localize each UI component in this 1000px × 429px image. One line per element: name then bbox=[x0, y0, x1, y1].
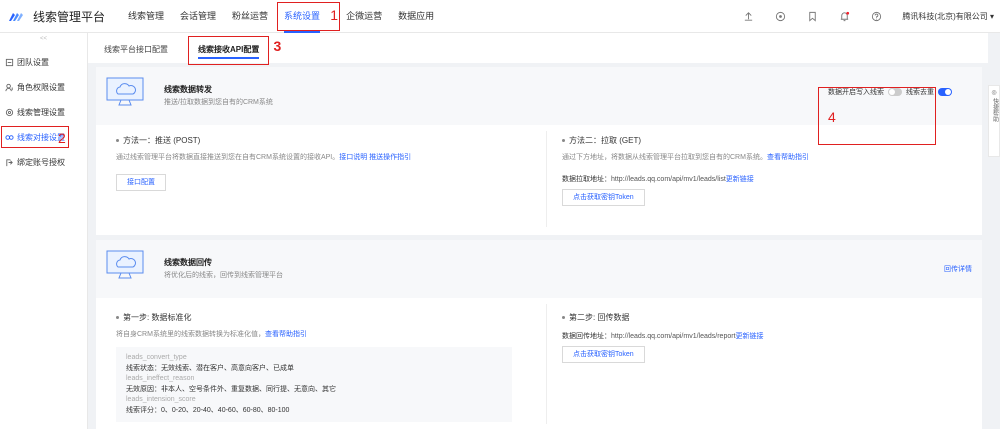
sidebar-item-leads-settings[interactable]: 线索管理设置 bbox=[0, 100, 87, 125]
annotation-number: 3 bbox=[273, 38, 282, 54]
top-bar: 线索管理平台 线索管理 会话管理 粉丝运营 系统设置 1 企微运营 数据应用 腾… bbox=[0, 0, 1000, 33]
card-title: 线索数据转发 bbox=[164, 85, 212, 94]
code-sample: leads_convert_type 线索状态：无效线索、潜在客户、高意向客户、… bbox=[116, 347, 512, 422]
nav-system-settings[interactable]: 系统设置 1 bbox=[276, 0, 341, 33]
nav-fans[interactable]: 粉丝运营 bbox=[224, 0, 276, 33]
bell-icon[interactable] bbox=[838, 11, 850, 23]
method-push-title: 方法一：推送 (POST) bbox=[123, 136, 201, 145]
api-doc-link[interactable]: 接口说明 bbox=[339, 154, 367, 161]
bookmark-icon[interactable] bbox=[806, 11, 818, 23]
forward-card: 线索数据转发 推送/拉取数据到您自有的CRM系统 数据开启写入线索 线索去重 4… bbox=[96, 67, 982, 235]
report-address: http://leads.qq.com/api/mv1/leads/report bbox=[611, 333, 736, 340]
dedupe-toggle[interactable] bbox=[938, 88, 952, 96]
card-desc: 将优化后的线索，回传到线索管理平台 bbox=[164, 272, 283, 279]
sidebar-item-team[interactable]: 团队设置 bbox=[0, 50, 87, 75]
nav-sessions[interactable]: 会话管理 bbox=[172, 0, 224, 33]
return-detail-link[interactable]: 回传详情 bbox=[944, 264, 972, 274]
nav-data-apps[interactable]: 数据应用 bbox=[390, 0, 442, 33]
account-icon bbox=[5, 158, 14, 167]
pull-help-link[interactable]: 查看帮助指引 bbox=[767, 154, 809, 161]
divider bbox=[546, 131, 547, 227]
card-header: 线索数据回传 将优化后的线索，回传到线索管理平台 回传详情 bbox=[96, 240, 982, 298]
subtabs: 线索平台接口配置 线索接收API配置 3 bbox=[88, 33, 988, 65]
team-icon bbox=[5, 58, 14, 67]
step1-title: 第一步: 数据标准化 bbox=[123, 313, 192, 322]
interface-config-button[interactable]: 接口配置 bbox=[116, 174, 166, 191]
annotation-number: 2 bbox=[58, 130, 66, 146]
card-title: 线索数据回传 bbox=[164, 258, 212, 267]
logo-icon bbox=[9, 13, 23, 21]
monitor-cloud-icon bbox=[106, 250, 144, 279]
step2-title: 第二步: 回传数据 bbox=[569, 313, 630, 322]
settings-icon bbox=[5, 108, 14, 117]
push-guide-link[interactable]: 推送操作指引 bbox=[369, 154, 411, 161]
get-token-button[interactable]: 点击获取密钥Token bbox=[562, 189, 645, 206]
role-icon bbox=[5, 83, 14, 92]
report-update-link[interactable]: 更新链接 bbox=[736, 333, 764, 340]
gift-icon[interactable] bbox=[774, 11, 786, 23]
collapse-icon[interactable]: << bbox=[0, 36, 87, 50]
sidebar-item-account-auth[interactable]: 绑定账号授权 bbox=[0, 150, 87, 175]
nav-wecom[interactable]: 企微运营 bbox=[338, 0, 390, 33]
quick-help-tab[interactable]: ◎ 快捷帮助 bbox=[988, 85, 1000, 157]
upload-icon[interactable] bbox=[742, 11, 754, 23]
method-pull-title: 方法二：拉取 (GET) bbox=[569, 136, 641, 145]
nav-leads[interactable]: 线索管理 bbox=[120, 0, 172, 33]
main-nav: 线索管理 会话管理 粉丝运营 系统设置 1 企微运营 数据应用 bbox=[120, 0, 442, 33]
step-report: 第二步: 回传数据 数据回传地址：http://leads.qq.com/api… bbox=[562, 312, 764, 363]
step1-help-link[interactable]: 查看帮助指引 bbox=[265, 331, 307, 338]
annotation-number: 1 bbox=[330, 6, 339, 23]
step-standardize: 第一步: 数据标准化 将自身CRM系统里的线索数据转换为标准化值，查看帮助指引 … bbox=[116, 312, 512, 422]
sidebar-item-leads-integration[interactable]: 线索对接设置 2 bbox=[0, 125, 87, 150]
logo[interactable]: 线索管理平台 bbox=[8, 8, 120, 25]
help-icon[interactable] bbox=[870, 11, 882, 23]
sidebar: << 团队设置 角色权限设置 线索管理设置 线索对接设置 2 绑定账号授权 bbox=[0, 33, 88, 429]
card-desc: 推送/拉取数据到您自有的CRM系统 bbox=[164, 99, 273, 106]
tab-api-config[interactable]: 线索接收API配置 3 bbox=[188, 36, 281, 65]
get-report-token-button[interactable]: 点击获取密钥Token bbox=[562, 346, 645, 363]
sidebar-item-role[interactable]: 角色权限设置 bbox=[0, 75, 87, 100]
highlight-box bbox=[188, 36, 270, 65]
monitor-cloud-icon bbox=[106, 77, 144, 106]
tab-platform-interface[interactable]: 线索平台接口配置 bbox=[104, 44, 168, 63]
annotation-number: 4 bbox=[828, 109, 836, 125]
method-pull: 方法二：拉取 (GET) 通过下方地址，将数据从线索管理平台拉取到您自有的CRM… bbox=[562, 135, 809, 206]
divider bbox=[546, 304, 547, 424]
app-title: 线索管理平台 bbox=[33, 9, 106, 24]
company-selector[interactable]: 腾讯科技(北京)有限公司 ▾ bbox=[902, 11, 994, 22]
return-card: 线索数据回传 将优化后的线索，回传到线索管理平台 回传详情 第一步: 数据标准化… bbox=[96, 240, 982, 429]
pull-update-link[interactable]: 更新链接 bbox=[726, 176, 754, 183]
pull-address: http://leads.qq.com/api/mv1/leads/list bbox=[611, 176, 726, 183]
help-circle-icon: ◎ bbox=[991, 90, 997, 96]
top-right-tools: 腾讯科技(北京)有限公司 ▾ bbox=[732, 0, 994, 33]
main-content: 线索平台接口配置 线索接收API配置 3 线索数据转发 推送/拉取数据到您自有的… bbox=[88, 33, 1000, 429]
method-push: 方法一：推送 (POST) 通过线索管理平台将数据直接推送到您在自有CRM系统设… bbox=[116, 135, 411, 191]
